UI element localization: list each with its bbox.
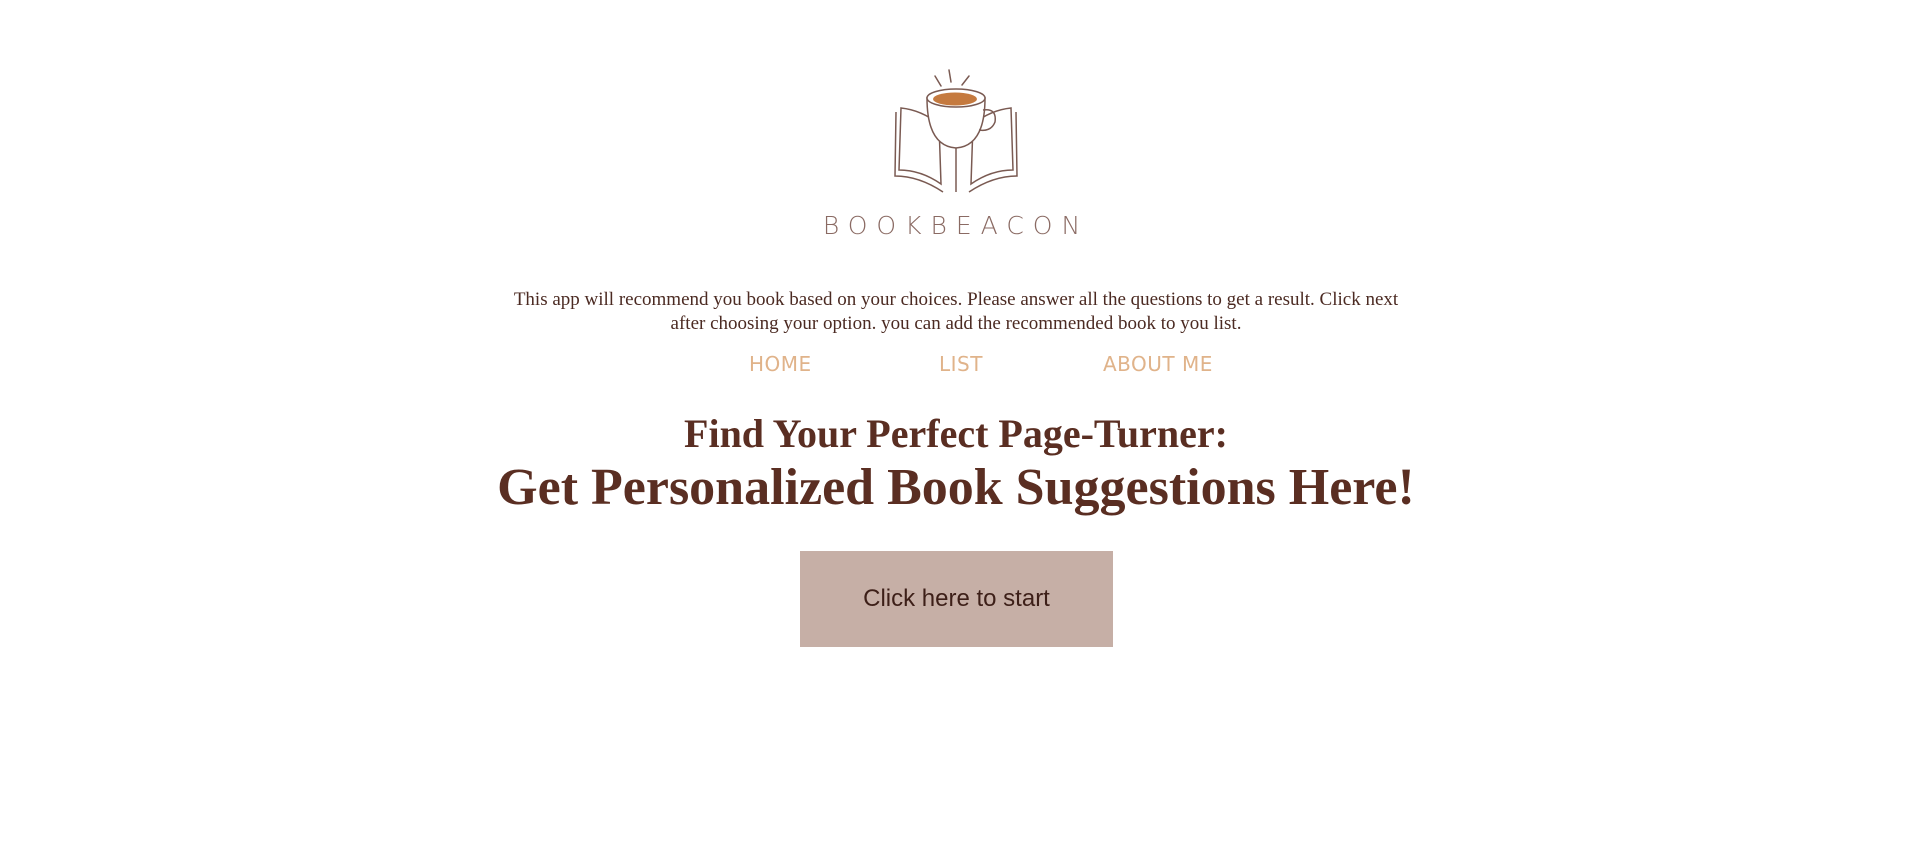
hero-subtitle: Find Your Perfect Page-Turner: bbox=[684, 411, 1228, 456]
coffee-book-icon bbox=[894, 69, 1018, 193]
logo[interactable]: BOOKBEACON bbox=[806, 66, 1106, 246]
nav-about-link[interactable]: ABOUT ME bbox=[1103, 352, 1213, 376]
page: BOOKBEACON This app will recommend you b… bbox=[0, 0, 1913, 851]
main-nav: HOME LIST ABOUT ME bbox=[700, 352, 1220, 382]
nav-home-link[interactable]: HOME bbox=[749, 352, 812, 376]
brand-name: BOOKBEACON bbox=[822, 211, 1090, 240]
nav-list-link[interactable]: LIST bbox=[939, 352, 983, 376]
start-button[interactable]: Click here to start bbox=[800, 551, 1113, 647]
intro-text: This app will recommend you book based o… bbox=[513, 289, 1399, 334]
hero-title: Get Personalized Book Suggestions Here! bbox=[497, 459, 1415, 516]
